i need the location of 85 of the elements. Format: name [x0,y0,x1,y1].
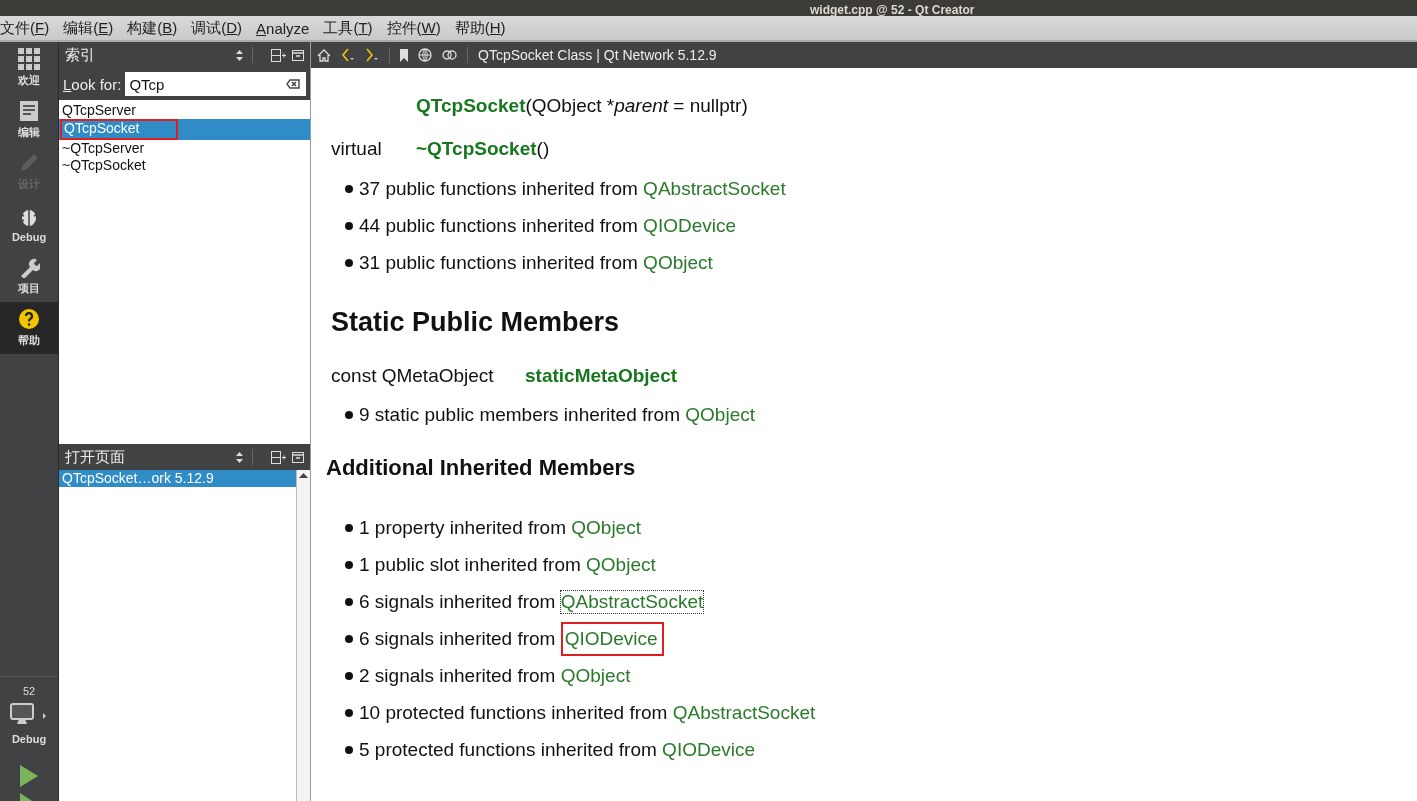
split-icon[interactable] [271,48,286,62]
bullet-icon [345,634,353,643]
grid-icon [18,48,40,70]
panel-title: 索引 [65,45,96,65]
inherited-text: 31 public functions inherited from [359,251,639,274]
class-link[interactable]: QAbstractSocket [672,701,816,724]
bullet-icon [345,523,353,532]
inherited-text: 37 public functions inherited from [359,177,639,200]
help-icon [18,308,40,330]
window-title: widget.cpp @ 52 - Qt Creator [810,3,975,17]
search-field[interactable]: QTcp [125,72,306,96]
monitor-icon[interactable] [10,703,48,727]
mode-button[interactable]: 编辑 [0,94,58,146]
home-icon[interactable] [317,48,331,62]
document-icon [19,100,39,122]
member-name[interactable]: staticMetaObject [525,365,678,387]
bullet-icon [345,597,353,606]
run-icon[interactable] [19,765,39,787]
class-link[interactable]: QIODevice [643,214,737,237]
open-page-item[interactable]: QTcpSocket…ork 5.12.9 [59,470,296,487]
sort-arrows-icon[interactable] [235,48,244,62]
highlighted-entry: QTcpSocket [60,119,179,140]
menu-item[interactable]: 工具(T) [323,18,381,38]
menu-item[interactable]: 编辑(E) [63,18,122,38]
class-link[interactable]: QObject [685,403,755,426]
bullet-icon [345,184,353,193]
inherited-text: 6 signals inherited from [359,590,557,613]
class-link[interactable]: QAbstractSocket [560,590,704,613]
class-link[interactable]: QObject [571,516,641,539]
panel-title: 打开页面 [65,447,126,467]
inherited-text: 6 signals inherited from [359,627,557,650]
qualifier-text: virtual [331,137,383,160]
back-icon[interactable] [341,48,355,62]
pencil-icon [18,152,40,174]
sort-arrows-icon[interactable] [235,450,244,464]
inherited-text: 2 signals inherited from [359,664,557,687]
project-name: 52 [22,685,36,697]
bullet-icon [345,708,353,717]
index-item[interactable]: ~QTcpSocket [59,157,310,174]
function-signature: QTcpSocket(QObject *parent = nullptr) [416,94,748,117]
index-item[interactable]: QTcpSocket [59,119,310,140]
forward-icon[interactable] [365,48,379,62]
menu-item[interactable]: 控件(W) [386,18,449,38]
split-icon[interactable] [271,450,286,464]
member-type: const QMetaObject [331,365,495,387]
mode-button[interactable]: Debug [0,198,58,250]
inherited-text: 9 static public members inherited from [359,403,681,426]
menu-item[interactable]: 文件(F) [0,18,58,38]
search-label: Look for: [63,75,122,93]
menu-item[interactable]: 构建(B) [127,18,186,38]
bullet-icon [345,671,353,680]
clear-icon[interactable] [286,79,300,89]
page-title: QTcpSocket Class | Qt Network 5.12.9 [478,47,717,63]
index-item[interactable]: QTcpServer [59,102,310,119]
mode-button[interactable]: 帮助 [0,302,58,354]
bullet-icon [345,410,353,419]
bullet-icon [345,560,353,569]
index-item[interactable]: ~QTcpServer [59,140,310,157]
scroll-up-icon[interactable] [299,470,308,480]
class-link[interactable]: QIODevice [662,738,756,761]
mode-button[interactable]: 项目 [0,250,58,302]
menu-item[interactable]: 帮助(H) [454,18,514,38]
bullet-icon [345,745,353,754]
class-link[interactable]: QAbstractSocket [643,177,786,200]
inherited-text: 10 protected functions inherited from [359,701,669,724]
link-icon[interactable] [442,50,457,60]
globe-icon[interactable] [418,48,432,62]
inherited-text: 44 public functions inherited from [359,214,639,237]
class-link[interactable]: QIODevice [560,621,664,656]
inherited-text: 1 property inherited from [359,516,567,539]
bullet-icon [345,221,353,230]
mode-button[interactable]: 欢迎 [0,42,58,94]
class-link[interactable]: QObject [643,251,713,274]
bookmark-icon[interactable] [400,48,408,62]
inherited-text: 5 protected functions inherited from [359,738,658,761]
inherited-text: 1 public slot inherited from [359,553,582,576]
class-link[interactable]: QObject [586,553,656,576]
section-heading: Static Public Members [331,307,621,338]
menu-item[interactable]: Analyze [256,19,318,37]
function-signature: ~QTcpSocket() [416,137,550,160]
menu-item[interactable]: 调试(D) [191,18,251,38]
build-config: Debug [11,733,47,745]
class-link[interactable]: QObject [560,664,631,687]
bullet-icon [345,258,353,267]
section-heading: Additional Inherited Members [326,455,637,481]
